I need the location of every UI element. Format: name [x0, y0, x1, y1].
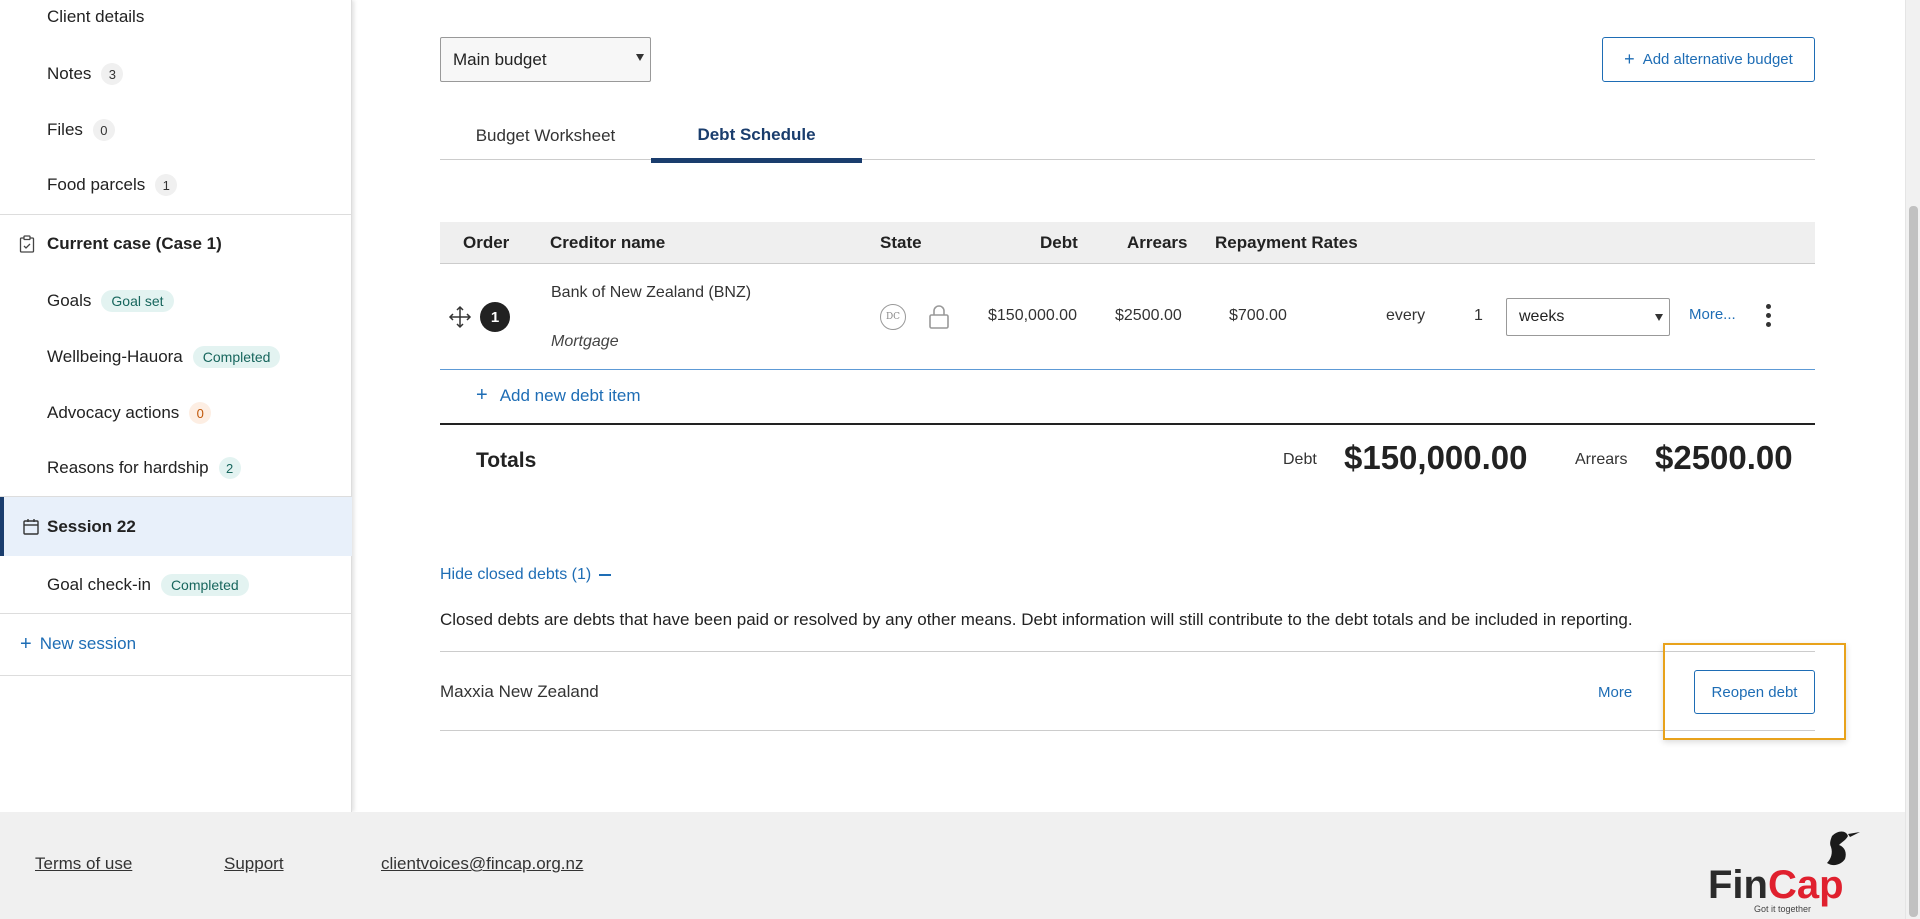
chevron-down-icon	[1655, 314, 1663, 321]
sidebar-item-food-parcels[interactable]: Food parcels 1	[0, 157, 352, 213]
sidebar-item-label: Notes	[47, 64, 92, 83]
kebab-menu-icon[interactable]	[1766, 304, 1771, 327]
add-new-debt-item-label: Add new debt item	[499, 385, 641, 405]
column-header-creditor: Creditor name	[550, 233, 666, 252]
email-link[interactable]: clientvoices@fincap.org.nz	[381, 854, 583, 874]
sidebar-item-notes[interactable]: Notes 3	[0, 46, 352, 102]
totals-debt-value: $150,000.00	[1344, 439, 1528, 476]
arrears-amount: $2500.00	[1115, 307, 1182, 324]
totals-arrears-label: Arrears	[1575, 451, 1628, 468]
tab-debt-schedule[interactable]: Debt Schedule	[651, 112, 862, 163]
drag-handle-icon[interactable]	[448, 305, 472, 329]
hide-closed-debts-toggle[interactable]: Hide closed debts (1)	[440, 566, 612, 584]
tab-label: Debt Schedule	[697, 125, 816, 144]
closed-debts-description: Closed debts are debts that have been pa…	[440, 610, 1633, 629]
support-link[interactable]: Support	[224, 854, 284, 874]
column-header-order: Order	[463, 233, 510, 252]
clipboard-icon	[19, 235, 35, 253]
sidebar-item-wellbeing[interactable]: Wellbeing-Hauora Completed	[0, 329, 352, 385]
closed-debt-more-link[interactable]: More	[1598, 684, 1632, 701]
column-header-state: State	[880, 233, 922, 252]
terms-of-use-link[interactable]: Terms of use	[35, 854, 132, 874]
add-alternative-budget-button[interactable]: + Add alternative budget	[1602, 37, 1815, 82]
table-row[interactable]: 1 Bank of New Zealand (BNZ) Mortgage DC …	[440, 264, 1815, 370]
status-badge: Completed	[192, 346, 281, 368]
sidebar-item-label: Food parcels	[47, 175, 146, 194]
sidebar-item-label: Reasons for hardship	[47, 458, 209, 477]
closed-debt-row: Maxxia New Zealand More Reopen debt	[440, 651, 1815, 731]
tab-label: Budget Worksheet	[475, 126, 616, 145]
closed-debt-name: Maxxia New Zealand	[440, 682, 599, 701]
status-badge: Completed	[160, 574, 249, 596]
add-alternative-budget-label: Add alternative budget	[1642, 51, 1793, 68]
column-header-debt: Debt	[1040, 233, 1078, 252]
hide-closed-debts-label: Hide closed debts (1)	[440, 566, 592, 583]
count-badge: 1	[155, 174, 178, 196]
lock-icon[interactable]	[928, 304, 950, 330]
frequency-count[interactable]: 1	[1474, 307, 1483, 325]
creditor-name: Bank of New Zealand (BNZ)	[551, 284, 752, 301]
tab-bar: Budget Worksheet Debt Schedule	[440, 112, 1815, 163]
totals-debt-label: Debt	[1283, 451, 1317, 468]
tab-budget-worksheet[interactable]: Budget Worksheet	[440, 112, 651, 160]
footer: Terms of use Support clientvoices@fincap…	[0, 812, 1905, 919]
sidebar-item-label: Goals	[47, 291, 92, 310]
sidebar-item-label: Files	[47, 120, 83, 139]
logo-tagline: Got it together	[1754, 904, 1811, 914]
current-case-label: Current case (Case 1)	[47, 234, 222, 253]
session-header[interactable]: Session 22	[0, 497, 352, 556]
scrollbar-thumb[interactable]	[1909, 206, 1918, 917]
minus-icon	[599, 574, 612, 576]
sidebar-item-goals[interactable]: Goals Goal set	[0, 273, 352, 329]
plus-icon: +	[20, 632, 32, 655]
session-label: Session 22	[47, 516, 136, 536]
logo-text: FinCap	[1708, 863, 1844, 907]
fincap-logo: FinCap Got it together	[1708, 831, 1860, 914]
sidebar-item-client-details[interactable]: Client details	[0, 0, 352, 45]
plus-icon: +	[1624, 49, 1635, 69]
sidebar-item-advocacy-actions[interactable]: Advocacy actions 0	[0, 385, 352, 441]
column-header-arrears: Arrears	[1127, 233, 1188, 252]
current-case-header[interactable]: Current case (Case 1)	[0, 215, 352, 273]
count-badge: 3	[101, 63, 124, 85]
new-session-button[interactable]: + New session	[0, 616, 352, 672]
divider	[0, 675, 352, 676]
column-header-repayment-rates: Repayment Rates	[1215, 233, 1358, 252]
scrollbar[interactable]	[1905, 0, 1920, 919]
add-new-debt-item-button[interactable]: + Add new debt item	[476, 384, 641, 407]
more-link[interactable]: More...	[1689, 306, 1736, 323]
repayment-amount[interactable]: $700.00	[1229, 307, 1287, 325]
table-header: Order Creditor name State Debt Arrears R…	[440, 222, 1815, 264]
totals-arrears-value: $2500.00	[1655, 439, 1793, 476]
frequency-select-value: weeks	[1519, 308, 1565, 325]
debt-amount: $150,000.00	[988, 307, 1077, 324]
sidebar: Client details Notes 3 Files 0 Food parc…	[0, 0, 352, 812]
sidebar-item-label: Advocacy actions	[47, 403, 180, 422]
budget-select-value: Main budget	[453, 49, 547, 69]
order-badge: 1	[480, 302, 510, 332]
count-badge: 0	[189, 402, 212, 424]
count-badge: 2	[218, 457, 241, 479]
totals-label: Totals	[476, 449, 537, 472]
sidebar-item-label: Client details	[47, 7, 145, 26]
sidebar-item-label: Wellbeing-Hauora	[47, 347, 183, 366]
budget-select[interactable]: Main budget	[440, 37, 651, 82]
status-badge: Goal set	[101, 290, 174, 312]
sidebar-item-files[interactable]: Files 0	[0, 102, 352, 158]
reopen-debt-button[interactable]: Reopen debt	[1694, 670, 1815, 714]
chevron-down-icon	[636, 54, 644, 61]
new-session-label: New session	[39, 634, 137, 653]
sidebar-item-goal-check-in[interactable]: Goal check-in Completed	[0, 557, 352, 613]
every-label: every	[1386, 307, 1426, 324]
divider	[0, 613, 352, 614]
plus-icon: +	[476, 384, 488, 406]
calendar-icon	[23, 518, 39, 535]
count-badge: 0	[92, 119, 115, 141]
frequency-select[interactable]: weeks	[1506, 298, 1670, 336]
sidebar-item-label: Goal check-in	[47, 575, 151, 594]
totals-row: Totals Debt $150,000.00 Arrears $2500.00	[440, 423, 1815, 497]
debt-type: Mortgage	[551, 333, 619, 350]
dc-badge-icon: DC	[880, 304, 906, 330]
sidebar-item-reasons-for-hardship[interactable]: Reasons for hardship 2	[0, 440, 352, 496]
